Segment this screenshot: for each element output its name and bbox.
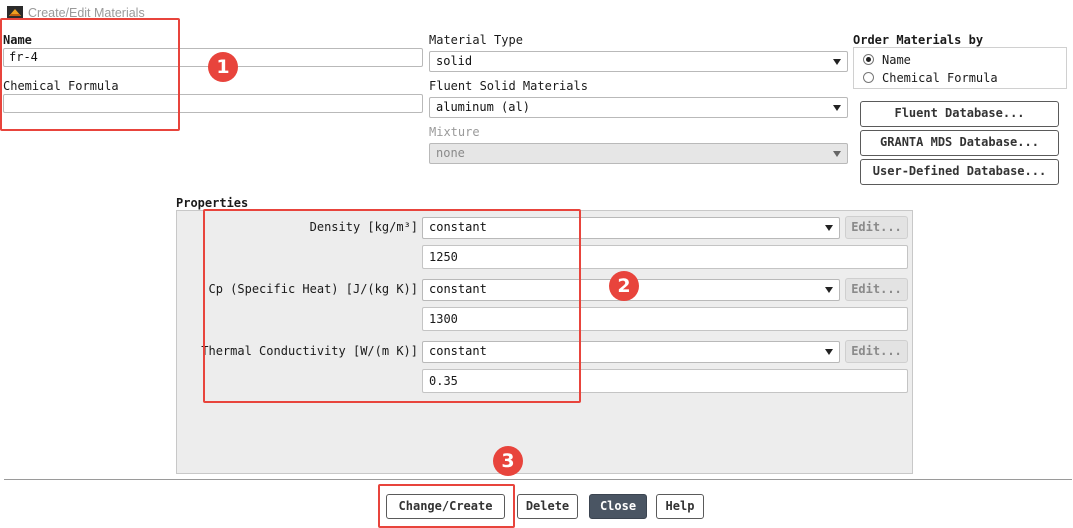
order-by-formula-option[interactable]: Chemical Formula	[863, 71, 1053, 85]
delete-button[interactable]: Delete	[517, 494, 578, 519]
chevron-down-icon	[833, 151, 841, 157]
specific-heat-edit-button[interactable]: Edit...	[845, 278, 908, 301]
density-edit-button[interactable]: Edit...	[845, 216, 908, 239]
order-materials-group: Name Chemical Formula	[853, 47, 1067, 89]
properties-label: Properties	[176, 196, 249, 210]
annotation-marker-3: 3	[493, 446, 523, 476]
material-type-label: Material Type	[429, 33, 523, 47]
mixture-value: none	[436, 146, 465, 160]
chevron-down-icon	[833, 59, 841, 65]
annotation-box-1	[0, 18, 180, 131]
help-button[interactable]: Help	[656, 494, 704, 519]
annotation-marker-2: 2	[609, 271, 639, 301]
thermal-conductivity-edit-button[interactable]: Edit...	[845, 340, 908, 363]
annotation-box-3	[378, 484, 515, 528]
user-defined-database-button[interactable]: User-Defined Database...	[860, 159, 1059, 185]
chevron-down-icon	[825, 349, 833, 355]
fluent-solid-materials-value: aluminum (al)	[436, 100, 530, 114]
chevron-down-icon	[825, 225, 833, 231]
chevron-down-icon	[833, 105, 841, 111]
order-by-name-option[interactable]: Name	[863, 53, 1053, 67]
close-button[interactable]: Close	[589, 494, 647, 519]
radio-checked-icon[interactable]	[863, 54, 874, 65]
annotation-marker-1: 1	[208, 52, 238, 82]
fluent-solid-materials-select[interactable]: aluminum (al)	[429, 97, 848, 118]
chevron-down-icon	[825, 287, 833, 293]
mixture-label: Mixture	[429, 125, 480, 139]
fluent-solid-materials-label: Fluent Solid Materials	[429, 79, 588, 93]
material-type-value: solid	[436, 54, 473, 68]
order-by-name-label: Name	[882, 53, 911, 67]
radio-unchecked-icon[interactable]	[863, 72, 874, 83]
footer-divider	[4, 479, 1072, 480]
granta-database-button[interactable]: GRANTA MDS Database...	[860, 130, 1059, 156]
mixture-select: none	[429, 143, 848, 164]
order-materials-label: Order Materials by	[853, 33, 984, 47]
material-type-select[interactable]: solid	[429, 51, 848, 72]
fluent-database-button[interactable]: Fluent Database...	[860, 101, 1059, 127]
order-by-formula-label: Chemical Formula	[882, 71, 998, 85]
annotation-box-2	[203, 209, 581, 403]
